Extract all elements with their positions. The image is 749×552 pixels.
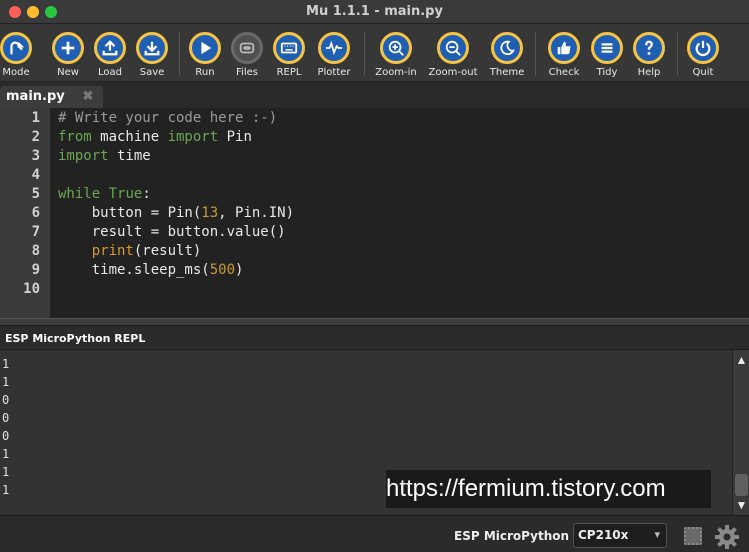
code-line: # Write your code here :-) bbox=[58, 110, 278, 126]
tab-main-py[interactable]: main.py ✖ bbox=[0, 86, 103, 108]
toolbar-separator bbox=[364, 32, 365, 76]
plus-icon bbox=[52, 32, 84, 64]
code-line: print(result) bbox=[91, 243, 202, 259]
scroll-down-arrow-icon[interactable]: ▼ bbox=[735, 498, 748, 512]
line-number: 3 bbox=[31, 148, 40, 164]
repl-output-line: 1 bbox=[2, 465, 10, 479]
line-number: 8 bbox=[31, 243, 40, 259]
pane-splitter[interactable] bbox=[0, 318, 749, 326]
port-select[interactable]: CP210x ▾ bbox=[573, 523, 667, 548]
port-select-value: CP210x bbox=[578, 528, 629, 542]
repl-title: ESP MicroPython REPL bbox=[5, 332, 146, 345]
scroll-up-arrow-icon[interactable]: ▲ bbox=[735, 353, 748, 367]
repl-output-line: 0 bbox=[2, 429, 10, 443]
status-bar: ESP MicroPython CP210x ▾ bbox=[0, 515, 749, 552]
zoom-out-icon bbox=[437, 32, 469, 64]
theme-button[interactable]: Theme bbox=[479, 28, 535, 80]
title-bar: Mu 1.1.1 - main.py bbox=[0, 0, 749, 24]
line-number: 10 bbox=[23, 281, 40, 297]
code-line: result = button.value() bbox=[58, 224, 286, 240]
keyboard-icon bbox=[273, 32, 305, 64]
thumbs-up-icon bbox=[548, 32, 580, 64]
code-line: from machine import Pin bbox=[58, 129, 252, 145]
zoom-out-button[interactable]: Zoom-out bbox=[425, 28, 481, 80]
code-line: time.sleep_ms(500) bbox=[58, 262, 244, 278]
tab-bar: main.py ✖ bbox=[0, 83, 749, 108]
code-line: import time bbox=[58, 148, 151, 164]
play-icon bbox=[189, 32, 221, 64]
pulse-icon bbox=[318, 32, 350, 64]
plotter-button[interactable]: Plotter bbox=[306, 28, 362, 80]
line-number-gutter: 1 2 3 4 5 6 7 8 9 10 bbox=[0, 108, 50, 318]
repl-output-line: 1 bbox=[2, 357, 10, 371]
repl-output-line: 1 bbox=[2, 375, 10, 389]
zoom-in-icon bbox=[380, 32, 412, 64]
close-tab-icon[interactable]: ✖ bbox=[81, 89, 95, 103]
tab-label: main.py bbox=[6, 89, 65, 104]
line-number: 2 bbox=[31, 129, 40, 145]
scrollbar-thumb[interactable] bbox=[735, 474, 748, 496]
line-number: 1 bbox=[31, 110, 40, 126]
question-icon bbox=[633, 32, 665, 64]
line-number: 9 bbox=[31, 262, 40, 278]
mode-icon bbox=[0, 32, 32, 64]
repl-output-line: 0 bbox=[2, 393, 10, 407]
power-icon bbox=[687, 32, 719, 64]
help-button[interactable]: Help bbox=[621, 28, 677, 80]
mode-button[interactable]: Mode bbox=[0, 28, 44, 80]
repl-scrollbar[interactable]: ▲ ▼ bbox=[732, 350, 749, 515]
moon-icon bbox=[491, 32, 523, 64]
zoom-in-button[interactable]: Zoom-in bbox=[368, 28, 424, 80]
code-line: while True: bbox=[58, 186, 151, 202]
download-icon bbox=[136, 32, 168, 64]
window-title: Mu 1.1.1 - main.py bbox=[306, 4, 443, 19]
watermark-url: https://fermium.tistory.com bbox=[386, 470, 711, 508]
repl-output-line: 0 bbox=[2, 411, 10, 425]
repl-output-line: 1 bbox=[2, 483, 10, 497]
line-number: 7 bbox=[31, 224, 40, 240]
repl-header: ESP MicroPython REPL bbox=[0, 326, 749, 350]
save-button[interactable]: Save bbox=[124, 28, 180, 80]
mode-indicator[interactable]: ESP MicroPython bbox=[454, 529, 569, 543]
upload-icon bbox=[94, 32, 126, 64]
files-icon bbox=[231, 32, 263, 64]
device-chip-icon[interactable] bbox=[684, 527, 702, 545]
repl-output-line: 1 bbox=[2, 447, 10, 461]
line-number: 4 bbox=[31, 167, 40, 183]
line-number: 6 bbox=[31, 205, 40, 221]
chevron-down-icon: ▾ bbox=[654, 528, 660, 541]
toolbar: Mode New Load Save Run Files REPL Plotte… bbox=[0, 24, 749, 82]
code-editor[interactable]: 1 2 3 4 5 6 7 8 9 10 # Write your code h… bbox=[0, 108, 749, 318]
list-icon bbox=[591, 32, 623, 64]
quit-button[interactable]: Quit bbox=[675, 28, 731, 80]
code-line: button = Pin(13, Pin.IN) bbox=[58, 205, 295, 221]
line-number: 5 bbox=[31, 186, 40, 202]
gear-icon[interactable] bbox=[714, 524, 740, 550]
